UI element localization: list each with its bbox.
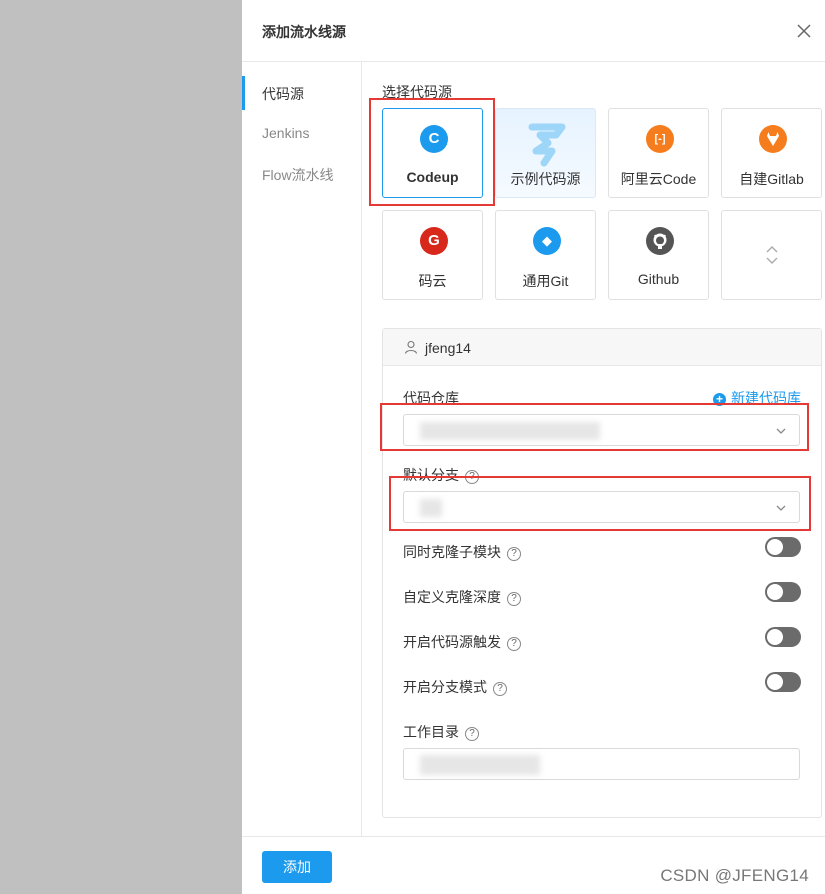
help-icon[interactable]: ? — [465, 727, 479, 741]
toggle-clone-depth[interactable] — [765, 582, 801, 602]
source-tile-demo[interactable]: 示例代码源 — [495, 108, 596, 198]
help-icon[interactable]: ? — [507, 592, 521, 606]
gitee-icon: G — [420, 227, 448, 255]
chevron-down-icon — [776, 428, 786, 434]
tile-label: Codeup — [406, 169, 459, 185]
git-icon: ◆ — [533, 227, 561, 255]
toggle-label-text: 开启代码源触发 — [403, 634, 501, 650]
repo-config-panel: jfeng14 代码仓库 + 新建代码库 默认分支? 同时克隆子模块? 自定义克隆… — [382, 328, 822, 818]
toggle-label-text: 开启分支模式 — [403, 679, 487, 695]
select-source-label: 选择代码源 — [382, 84, 452, 100]
expand-icon — [766, 246, 778, 264]
toggle-source-trigger[interactable] — [765, 627, 801, 647]
close-icon[interactable] — [795, 22, 813, 40]
source-tile-generic-git[interactable]: ◆ 通用Git — [495, 210, 596, 300]
add-button[interactable]: 添加 — [262, 851, 332, 883]
toggle-knob — [767, 629, 783, 645]
tile-label: Github — [637, 271, 680, 287]
dialog-header: 添加流水线源 — [242, 0, 825, 62]
toggle-label-submodules: 同时克隆子模块? — [403, 542, 521, 562]
workdir-label-text: 工作目录 — [403, 724, 459, 740]
tile-label: 阿里云Code — [620, 171, 697, 187]
tile-label: 自建Gitlab — [739, 171, 804, 187]
toggle-knob — [767, 584, 783, 600]
redacted-repo-value — [420, 422, 600, 440]
nav-item-jenkins[interactable]: Jenkins — [262, 125, 309, 141]
account-username: jfeng14 — [425, 340, 471, 356]
toggle-branch-mode[interactable] — [765, 672, 801, 692]
source-tile-codeup[interactable]: C Codeup — [382, 108, 483, 198]
user-icon — [404, 340, 418, 354]
nav-item-code-source[interactable]: 代码源 — [262, 84, 304, 104]
nav-active-indicator — [242, 76, 245, 110]
tile-label: 示例代码源 — [510, 171, 581, 187]
nav-item-flow-pipeline[interactable]: Flow流水线 — [262, 165, 334, 185]
source-tile-gitlab[interactable]: 自建Gitlab — [721, 108, 822, 198]
source-tile-aliyun-code[interactable]: [-] 阿里云Code — [608, 108, 709, 198]
help-icon[interactable]: ? — [507, 547, 521, 561]
demo-source-icon — [528, 123, 566, 167]
redacted-branch-value — [420, 499, 442, 517]
help-icon[interactable]: ? — [493, 682, 507, 696]
workdir-input[interactable] — [403, 748, 800, 780]
redacted-workdir-value — [420, 755, 540, 775]
toggle-submodules[interactable] — [765, 537, 801, 557]
gitlab-icon — [759, 125, 787, 153]
new-repo-link[interactable]: + 新建代码库 — [713, 388, 801, 408]
new-repo-label: 新建代码库 — [731, 390, 801, 406]
dialog-title: 添加流水线源 — [262, 24, 346, 40]
github-icon — [646, 227, 674, 255]
source-tile-gitee[interactable]: G 码云 — [382, 210, 483, 300]
tile-label: 码云 — [418, 273, 447, 289]
aliyun-code-icon: [-] — [646, 125, 674, 153]
repo-select[interactable] — [403, 414, 800, 446]
source-config-content: 选择代码源 C Codeup 示例代码源 [-] 阿里云Code 自建Gitla… — [362, 62, 825, 836]
repo-label: 代码仓库 — [403, 390, 459, 406]
tile-label: 通用Git — [522, 273, 569, 289]
source-tile-github[interactable]: Github — [608, 210, 709, 300]
chevron-down-icon — [776, 505, 786, 511]
toggle-label-text: 同时克隆子模块 — [403, 544, 501, 560]
branch-select[interactable] — [403, 491, 800, 523]
plus-icon: + — [713, 393, 726, 406]
toggle-knob — [767, 674, 783, 690]
watermark-text: CSDN @JFENG14 — [660, 866, 809, 885]
workdir-label: 工作目录? — [403, 722, 479, 742]
branch-label-text: 默认分支 — [403, 467, 459, 483]
source-type-nav: 代码源 Jenkins Flow流水线 — [242, 62, 362, 836]
toggle-label-text: 自定义克隆深度 — [403, 589, 501, 605]
source-tile-more[interactable] — [721, 210, 822, 300]
account-header: jfeng14 — [383, 329, 821, 366]
help-icon[interactable]: ? — [507, 637, 521, 651]
toggle-knob — [767, 539, 783, 555]
toggle-label-branch-mode: 开启分支模式? — [403, 677, 507, 697]
codeup-icon: C — [420, 125, 448, 153]
add-pipeline-source-dialog: 添加流水线源 代码源 Jenkins Flow流水线 选择代码源 C Codeu… — [242, 0, 825, 894]
toggle-label-source-trigger: 开启代码源触发? — [403, 632, 521, 652]
toggle-label-clone-depth: 自定义克隆深度? — [403, 587, 521, 607]
help-icon[interactable]: ? — [465, 470, 479, 484]
branch-label: 默认分支? — [403, 465, 479, 485]
